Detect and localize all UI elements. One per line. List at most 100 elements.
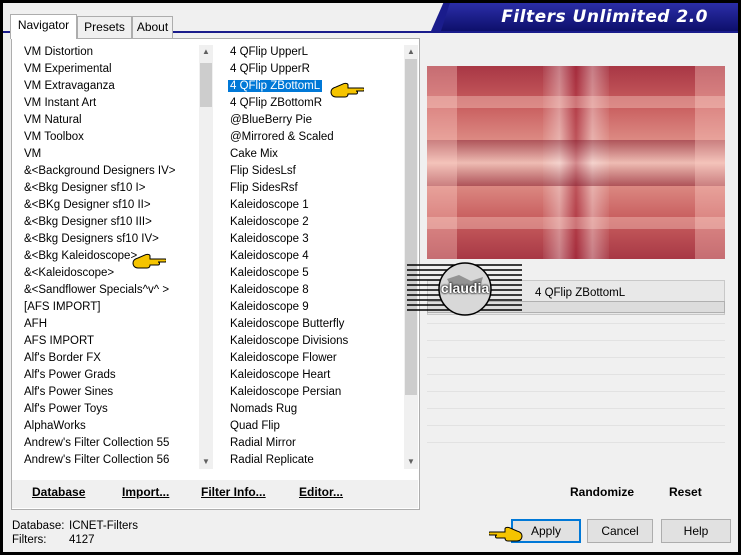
list-item[interactable]: Radial Replicate [227,452,403,469]
scrollbar-thumb[interactable] [405,59,417,395]
list-item[interactable]: &<Bkg Kaleidoscope> [21,248,199,265]
list-item-label: VM Distortion [24,46,94,58]
list-item[interactable]: Kaleidoscope 9 [227,299,403,316]
list-item-label: Kaleidoscope 1 [230,199,309,211]
list-item[interactable]: Kaleidoscope 8 [227,282,403,299]
filters-unlimited-window: Filters Unlimited 2.0 Navigator Presets … [3,3,738,552]
list-item[interactable]: VM Experimental [21,61,199,78]
list-item[interactable]: Kaleidoscope Divisions [227,333,403,350]
tab-about[interactable]: About [132,16,173,38]
list-item[interactable]: &<Bkg Designers sf10 IV> [21,231,199,248]
list-item[interactable]: Kaleidoscope 4 [227,248,403,265]
list-item[interactable]: Alf's Power Toys [21,401,199,418]
list-item[interactable]: AlphaWorks [21,418,199,435]
list-item-label: Flip SidesLsf [230,165,296,177]
list-item[interactable]: Cake Mix [227,146,403,163]
list-item-label: &<Background Designers IV> [24,165,176,177]
import-button[interactable]: Import... [122,485,169,499]
list-item[interactable]: &<BKg Designer sf10 II> [21,197,199,214]
list-item[interactable]: 4 QFlip ZBottomR [227,95,403,112]
list-item-label: VM Experimental [24,63,112,75]
pointing-hand-icon [489,526,523,542]
scroll-up-arrow-icon[interactable]: ▲ [199,45,213,59]
randomize-button[interactable]: Randomize [570,485,634,499]
list-item[interactable]: &<Background Designers IV> [21,163,199,180]
list-item[interactable]: Kaleidoscope Persian [227,384,403,401]
list-item-label: Radial Replicate [230,454,314,466]
list-item[interactable]: &<Kaleidoscope> [21,265,199,282]
list-item[interactable]: Kaleidoscope Heart [227,367,403,384]
tab-presets[interactable]: Presets [77,16,132,38]
list-item[interactable]: Kaleidoscope Flower [227,350,403,367]
list-item[interactable]: 4 QFlip UpperR [227,61,403,78]
editor-button[interactable]: Editor... [299,485,343,499]
list-item[interactable]: Quad Flip [227,418,403,435]
list-item[interactable]: AFS IMPORT [21,333,199,350]
list-item[interactable]: &<Sandflower Specials^v^ > [21,282,199,299]
selected-filter-name: 4 QFlip ZBottomL [535,287,626,299]
tab-navigator[interactable]: Navigator [10,14,77,39]
list-item[interactable]: VM Natural [21,112,199,129]
preview-separator-lines [427,323,725,459]
list-item-label: VM Natural [24,114,82,126]
list-item-label: AFS IMPORT [24,335,95,347]
list-item[interactable]: Kaleidoscope 2 [227,214,403,231]
scroll-down-arrow-icon[interactable]: ▼ [404,455,418,469]
list-item[interactable]: Kaleidoscope Butterfly [227,316,403,333]
list-item-label: Alf's Border FX [24,352,101,364]
list-item[interactable]: Flip SidesLsf [227,163,403,180]
list-item[interactable]: VM Instant Art [21,95,199,112]
list-item-label: 4 QFlip UpperL [230,46,308,58]
list-item[interactable]: 4 QFlip UpperL [227,44,403,61]
reset-button[interactable]: Reset [669,485,702,499]
list-item-label: Kaleidoscope 3 [230,233,309,245]
filter-preview-image [427,66,725,259]
list-item[interactable]: [AFS IMPORT] [21,299,199,316]
scroll-down-arrow-icon[interactable]: ▼ [199,455,213,469]
list-item-label: Kaleidoscope 5 [230,267,309,279]
list-item[interactable]: Alf's Border FX [21,350,199,367]
list-item-label: Kaleidoscope Persian [230,386,342,398]
list-item[interactable]: Andrew's Filter Collection 56 [21,452,199,469]
scrollbar-thumb[interactable] [200,63,212,107]
list-item[interactable]: Kaleidoscope 1 [227,197,403,214]
filter-list[interactable]: 4 QFlip UpperL 4 QFlip UpperR 4 QFlip ZBot… [227,44,403,471]
list-item[interactable]: Radial Mirror [227,435,403,452]
list-item[interactable]: VM [21,146,199,163]
watermark-text: claudia [440,280,490,296]
list-item-label: Cake Mix [230,148,278,160]
category-scrollbar[interactable]: ▲ ▼ [199,45,213,469]
filter-scrollbar[interactable]: ▲ ▼ [404,45,418,469]
list-item-label: Nomads Rug [230,403,298,415]
list-item[interactable]: &<Bkg Designer sf10 I> [21,180,199,197]
list-item[interactable]: VM Toolbox [21,129,199,146]
list-item[interactable]: Nomads Rug [227,401,403,418]
category-list[interactable]: VM Distortion VM Experimental VM Extravaga… [21,44,199,471]
list-item[interactable]: Flip SidesRsf [227,180,403,197]
list-item[interactable]: Alf's Power Sines [21,384,199,401]
list-item-label: AlphaWorks [24,420,86,432]
database-button[interactable]: Database [32,485,85,499]
list-item[interactable]: AFH [21,316,199,333]
list-item-label: 4 QFlip ZBottomL [228,80,323,92]
claudia-watermark-logo: claudia [407,261,522,317]
cancel-button[interactable]: Cancel [587,519,653,543]
scroll-up-arrow-icon[interactable]: ▲ [404,45,418,59]
list-item[interactable]: @Mirrored & Scaled [227,129,403,146]
filter-info-button[interactable]: Filter Info... [201,485,266,499]
list-item-label: VM [24,148,42,160]
list-item[interactable]: 4 QFlip ZBottomL [227,78,403,95]
list-item[interactable]: VM Distortion [21,44,199,61]
help-button[interactable]: Help [661,519,731,543]
list-item[interactable]: Kaleidoscope 5 [227,265,403,282]
list-item-label: &<Bkg Designer sf10 I> [24,182,146,194]
list-item[interactable]: &<Bkg Designer sf10 III> [21,214,199,231]
list-item-label: Flip SidesRsf [230,182,298,194]
list-item[interactable]: Alf's Power Grads [21,367,199,384]
list-item[interactable]: Kaleidoscope 3 [227,231,403,248]
pointing-hand-icon [330,82,364,98]
list-item[interactable]: @BlueBerry Pie [227,112,403,129]
list-item[interactable]: Andrew's Filter Collection 55 [21,435,199,452]
list-item[interactable]: VM Extravaganza [21,78,199,95]
list-item-label: &<BKg Designer sf10 II> [24,199,151,211]
